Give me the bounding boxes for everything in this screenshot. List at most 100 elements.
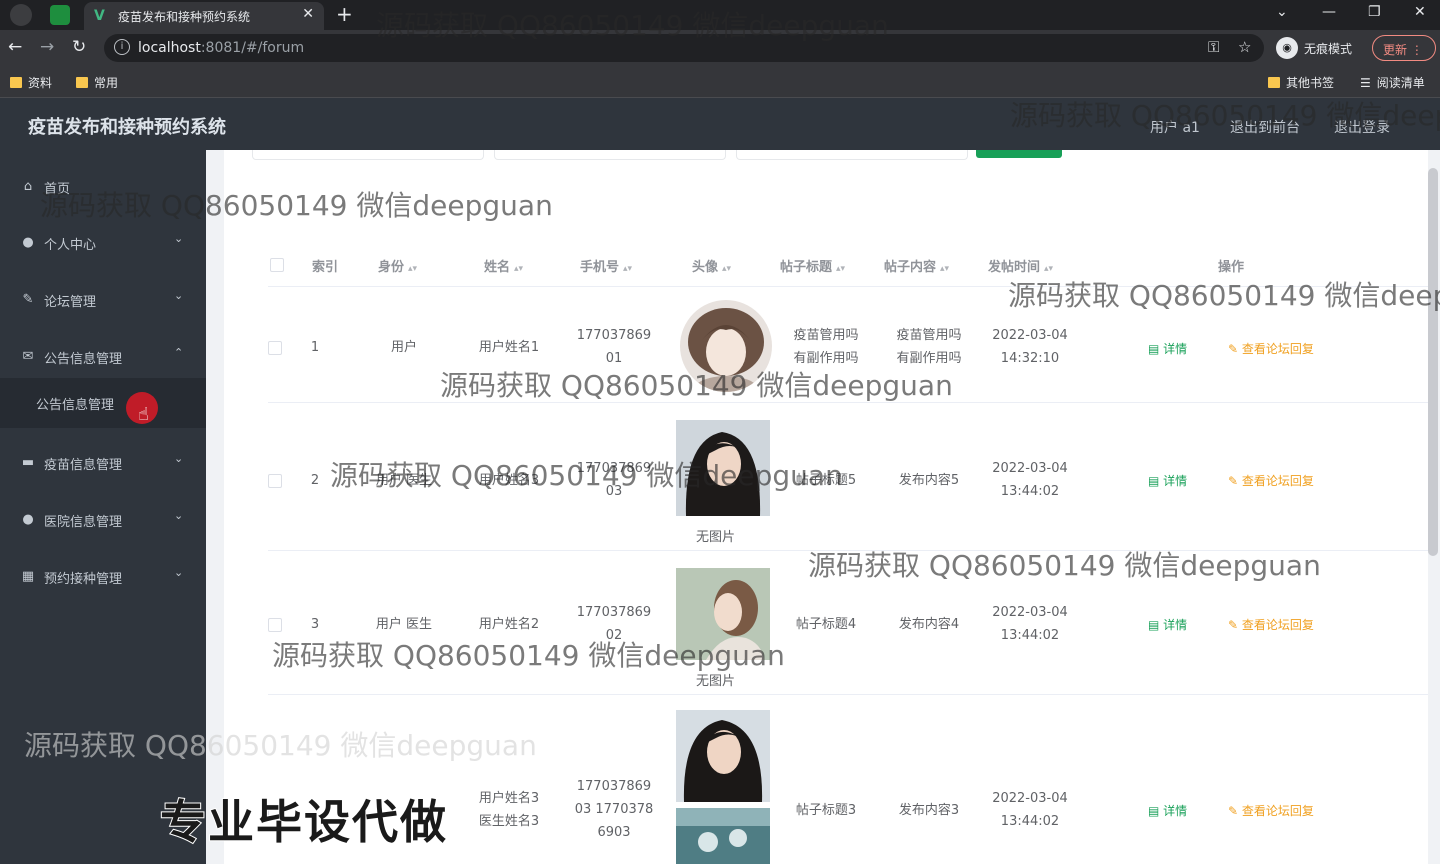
vertical-scrollbar[interactable] xyxy=(1428,168,1438,556)
row-checkbox[interactable] xyxy=(268,618,282,632)
detail-button[interactable]: ▤ 详情 xyxy=(1148,472,1187,489)
view-reply-button[interactable]: ✎ 查看论坛回复 xyxy=(1228,340,1314,357)
mail-icon: ✉ xyxy=(22,349,34,364)
folder-icon xyxy=(76,77,88,88)
folder-icon xyxy=(10,77,22,88)
detail-button[interactable]: ▤ 详情 xyxy=(1148,340,1187,357)
grid-icon: ▦ xyxy=(21,569,35,584)
col-index: 索引 xyxy=(312,260,339,275)
cell-post-title: 帖子标题4 xyxy=(795,617,857,632)
cell-post-time: 2022-03-04 14:32:10 xyxy=(992,328,1068,366)
select-all-checkbox[interactable] xyxy=(270,258,284,272)
back-to-front-link[interactable]: 退出到前台 xyxy=(1230,117,1300,137)
col-avatar[interactable]: 头像 ▴▾ xyxy=(692,256,731,275)
update-button[interactable]: 更新 ⋮ xyxy=(1372,35,1436,61)
view-reply-button[interactable]: ✎ 查看论坛回复 xyxy=(1228,802,1314,819)
col-phone[interactable]: 手机号 ▴▾ xyxy=(580,256,632,275)
sidebar-item-vaccine[interactable]: ▬ 疫苗信息管理 ⌄ xyxy=(0,434,206,490)
row-divider xyxy=(268,550,1428,551)
home-icon: ⌂ xyxy=(23,179,33,194)
cell-post-content: 发布内容3 xyxy=(898,803,960,818)
bookmarks-bar: 资料 常用 其他书签 ☰ 阅读清单 xyxy=(0,66,1440,98)
chevron-down-icon: ⌄ xyxy=(174,232,184,245)
vue-favicon-icon: V xyxy=(94,8,105,24)
search-input[interactable] xyxy=(494,150,726,160)
incognito-icon: ◉ xyxy=(1276,37,1298,59)
sort-icon: ▴▾ xyxy=(836,264,846,274)
sidebar-subitem-notice[interactable]: 公告信息管理 xyxy=(0,378,206,428)
logout-link[interactable]: 退出登录 xyxy=(1334,117,1390,137)
tab-title: 疫苗发布和接种预约系统 xyxy=(118,10,251,24)
reading-list[interactable]: ☰ 阅读清单 xyxy=(1360,74,1425,91)
chevron-down-icon: ⌄ xyxy=(174,452,184,465)
avatar xyxy=(676,710,770,802)
other-bookmarks[interactable]: 其他书签 xyxy=(1268,74,1334,91)
detail-button[interactable]: ▤ 详情 xyxy=(1148,616,1187,633)
cell-index: 3 xyxy=(310,617,320,632)
view-reply-button[interactable]: ✎ 查看论坛回复 xyxy=(1228,616,1314,633)
sidebar-item-profile[interactable]: ● 个人中心 ⌄ xyxy=(0,214,206,270)
cell-role: 用户 xyxy=(390,340,417,355)
sidebar-item-hospital[interactable]: ● 医院信息管理 ⌄ xyxy=(0,491,206,547)
active-tab[interactable]: V 疫苗发布和接种预约系统 ✕ xyxy=(84,2,324,30)
sidebar-item-appointment[interactable]: ▦ 预约接种管理 ⌄ xyxy=(0,548,206,604)
search-input[interactable] xyxy=(252,150,484,160)
cell-post-time: 2022-03-04 13:44:02 xyxy=(992,791,1068,829)
row-checkbox[interactable] xyxy=(268,474,282,488)
row-divider xyxy=(268,402,1428,403)
bookmark-folder[interactable]: 资料 xyxy=(10,74,52,91)
cell-post-time: 2022-03-04 13:44:02 xyxy=(992,461,1068,499)
star-icon[interactable]: ☆ xyxy=(1238,38,1251,56)
restore-icon[interactable]: ❐ xyxy=(1368,4,1381,20)
main-content: 索引 身份 ▴▾ 姓名 ▴▾ 手机号 ▴▾ 头像 ▴▾ 帖子标题 ▴▾ 帖子内容 ▴▾ 发帖… xyxy=(206,150,1440,864)
search-input[interactable] xyxy=(736,150,968,160)
tab-close-icon[interactable]: ✕ xyxy=(302,6,314,22)
cell-role: 用户 医生 xyxy=(375,473,433,488)
cell-phone: 177037869 03 1770378 6903 xyxy=(574,779,654,840)
current-user: 用户 a1 xyxy=(1150,120,1200,136)
promo-caption: 专业毕设代做 xyxy=(159,794,448,850)
reload-icon[interactable]: ↻ xyxy=(72,37,86,57)
avatar xyxy=(676,808,770,864)
user-icon: ● xyxy=(22,235,34,250)
cell-name: 用户姓名2 xyxy=(478,617,540,632)
col-role[interactable]: 身份 ▴▾ xyxy=(378,256,417,275)
window-close-icon[interactable]: ✕ xyxy=(1414,4,1426,20)
view-reply-button[interactable]: ✎ 查看论坛回复 xyxy=(1228,472,1314,489)
sidebar-item-home[interactable]: ⌂ 首页 xyxy=(0,158,206,214)
chevron-up-icon: ⌃ xyxy=(174,346,184,359)
back-icon[interactable]: ← xyxy=(8,37,22,57)
chevron-down-icon: ⌄ xyxy=(174,566,184,579)
col-name[interactable]: 姓名 ▴▾ xyxy=(484,256,523,275)
new-tab-button[interactable]: + xyxy=(336,2,353,26)
url-field[interactable]: i localhost:8081/#/forum ⚿ ☆ xyxy=(104,34,1264,62)
detail-button[interactable]: ▤ 详情 xyxy=(1148,802,1187,819)
search-button[interactable] xyxy=(976,150,1062,158)
site-info-icon[interactable]: i xyxy=(114,39,130,55)
cell-role: 用户 医生 xyxy=(375,617,433,632)
forward-icon[interactable]: → xyxy=(40,37,54,57)
table-card: 索引 身份 ▴▾ 姓名 ▴▾ 手机号 ▴▾ 头像 ▴▾ 帖子标题 ▴▾ 帖子内容 ▴▾ 发帖… xyxy=(224,150,1428,864)
user-icon: ● xyxy=(22,512,34,527)
cell-post-title: 疫苗管用吗 有副作用吗 xyxy=(793,328,859,366)
profile-icon[interactable] xyxy=(10,4,32,26)
sidebar-item-notice[interactable]: ✉ 公告信息管理 ⌃ xyxy=(0,328,206,384)
url-text[interactable]: localhost:8081/#/forum xyxy=(138,40,304,56)
hand-cursor-icon: ☝ xyxy=(138,404,149,425)
cell-phone: 177037869 03 xyxy=(576,461,652,499)
key-icon[interactable]: ⚿ xyxy=(1208,38,1219,56)
col-post-time[interactable]: 发帖时间 ▴▾ xyxy=(988,256,1053,275)
cell-post-time: 2022-03-04 13:44:02 xyxy=(992,605,1068,643)
app-icon[interactable] xyxy=(50,5,70,25)
chevron-down-icon: ⌄ xyxy=(174,289,184,302)
tab-search-icon[interactable]: ⌄ xyxy=(1276,4,1288,20)
col-post-content[interactable]: 帖子内容 ▴▾ xyxy=(884,256,949,275)
sidebar-item-forum[interactable]: ✎ 论坛管理 ⌄ xyxy=(0,271,206,327)
bookmark-folder[interactable]: 常用 xyxy=(76,74,118,91)
row-checkbox[interactable] xyxy=(268,341,282,355)
col-post-title[interactable]: 帖子标题 ▴▾ xyxy=(780,256,845,275)
cell-index: 2 xyxy=(310,473,320,488)
incognito-indicator[interactable]: ◉ 无痕模式 xyxy=(1276,36,1352,60)
reading-list-icon: ☰ xyxy=(1360,75,1371,90)
minimize-icon[interactable]: — xyxy=(1322,4,1336,20)
